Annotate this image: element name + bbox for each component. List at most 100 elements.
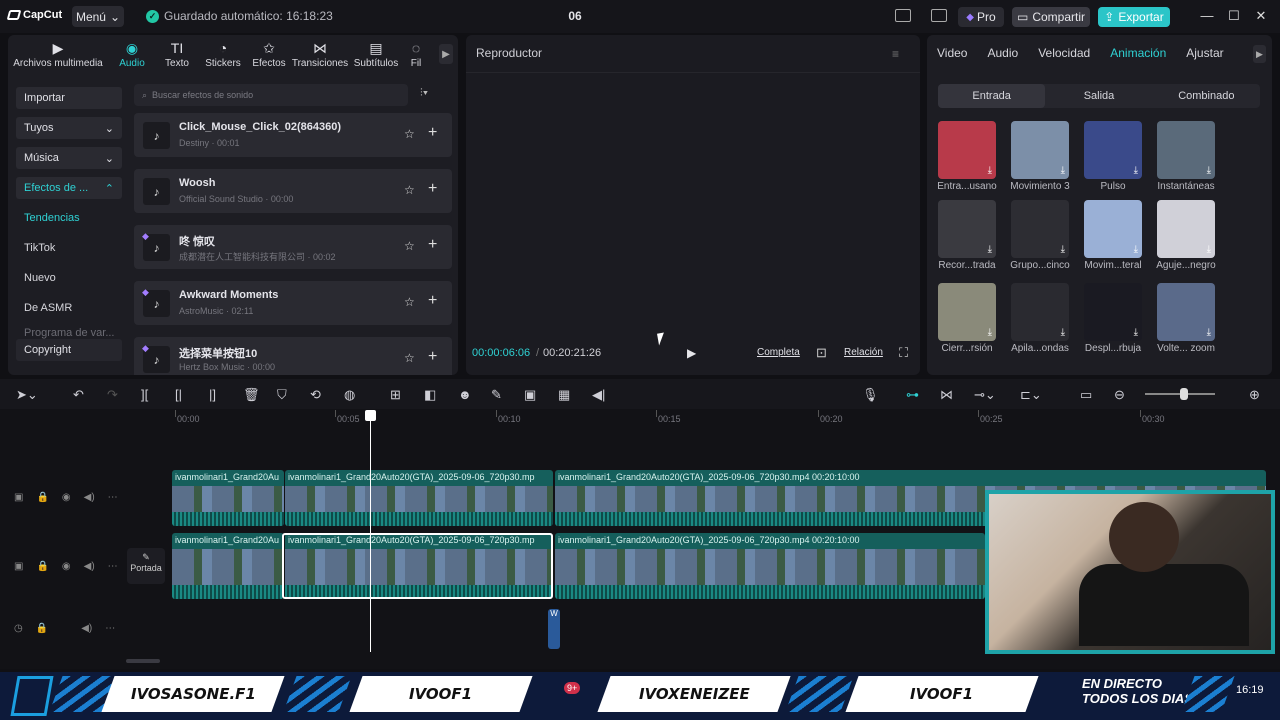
tab-filters[interactable]: ◌ Fil [402, 35, 430, 73]
link-icon[interactable]: ⊸⌄ [974, 387, 996, 403]
tab-audio[interactable]: ◉ Audio [108, 35, 156, 73]
aspect-ratio-button[interactable]: Relación [844, 347, 883, 358]
play-button[interactable]: ▶ [687, 346, 696, 360]
zoom-in-icon[interactable]: ⊕ [1249, 387, 1260, 403]
export-button[interactable]: ⇪ Exportar [1098, 7, 1170, 27]
preview-axis-icon[interactable]: ⊏⌄ [1020, 387, 1042, 403]
tab-video[interactable]: Video [937, 46, 967, 60]
subtab-combinado[interactable]: Combinado [1153, 84, 1260, 108]
microphone-icon[interactable]: 🎙 [862, 387, 879, 403]
sound-item[interactable]: ♪ ◆ 选择菜单按钮10 Hertz Box Music · 00:00 ☆ + [134, 337, 452, 375]
delete-icon[interactable]: 🗑 [243, 387, 260, 403]
share-button[interactable]: ▭ Compartir [1012, 7, 1090, 27]
timeline-scrollbar[interactable] [126, 659, 160, 663]
mirror-icon[interactable]: ◧ [424, 387, 436, 403]
tab-transitions[interactable]: ⋈ Transiciones [290, 35, 350, 73]
nav-tendencias[interactable]: Tendencias [16, 207, 122, 229]
add-sound-button[interactable]: + [428, 348, 437, 366]
full-quality-button[interactable]: Completa [757, 347, 800, 358]
minimize-icon[interactable]: — [1200, 8, 1214, 24]
tab-effects[interactable]: ✩ Efectos [248, 35, 290, 73]
more-icon[interactable]: ⋯ [105, 623, 115, 634]
nav-tuyos[interactable]: Tuyos ⌄ [16, 117, 122, 139]
add-sound-button[interactable]: + [428, 292, 437, 310]
sound-item[interactable]: ♪ Woosh Official Sound Studio · 00:00 ☆ … [134, 169, 452, 213]
favorite-star-icon[interactable]: ☆ [404, 351, 415, 365]
magic-wand-icon[interactable]: ✎ [491, 387, 502, 403]
nav-nuevo[interactable]: Nuevo [16, 267, 122, 289]
zoom-fit-icon[interactable]: ⊡ [816, 345, 827, 361]
speaker-icon[interactable]: ◀) [81, 623, 92, 634]
shield-icon[interactable]: ⛉ [277, 387, 287, 403]
tab-stickers[interactable]: ◔ Stickers [198, 35, 248, 73]
undo-icon[interactable]: ↶ [73, 387, 84, 403]
animation-thumbnail[interactable]: ⤓ [938, 200, 996, 258]
animation-thumbnail[interactable]: ⤓ [1084, 200, 1142, 258]
person-icon[interactable]: ☻ [458, 387, 472, 402]
nav-copyright[interactable]: Copyright [16, 339, 122, 361]
insert-icon[interactable]: ⊞ [390, 387, 401, 403]
nav-tiktok[interactable]: TikTok [16, 237, 122, 259]
favorite-star-icon[interactable]: ☆ [404, 127, 415, 141]
select-tool-icon[interactable]: ➤⌄ [16, 387, 38, 403]
speaker-icon[interactable]: ◀) [84, 492, 95, 503]
sound-item[interactable]: ♪ Click_Mouse_Click_02(864360) Destiny ·… [134, 113, 452, 157]
split-icon[interactable]: ][ [141, 387, 148, 402]
playhead-line[interactable] [370, 412, 371, 652]
keyboard-icon[interactable] [931, 9, 947, 22]
nav-programa[interactable]: Programa de var... [16, 327, 122, 339]
pro-button[interactable]: ◆ Pro [958, 7, 1004, 27]
zoom-out-icon[interactable]: ⊖ [1114, 387, 1125, 403]
lock-icon[interactable]: 🔒 [36, 623, 48, 634]
sound-item[interactable]: ♪ ◆ 咚 惊叹 成都潜在人工智能科技有限公司 · 00:02 ☆ + [134, 225, 452, 269]
nav-importar[interactable]: Importar [16, 87, 122, 109]
lock-icon[interactable]: 🔒 [36, 561, 48, 572]
cover-button[interactable]: ✎ Portada [127, 548, 165, 584]
selected-clip-outline[interactable] [282, 533, 553, 599]
maximize-icon[interactable]: ☐ [1227, 8, 1241, 24]
project-name[interactable]: 06 [560, 9, 590, 23]
more-icon[interactable]: ⋯ [108, 492, 118, 503]
split-left-icon[interactable]: [| [175, 387, 182, 402]
tab-text[interactable]: TI Texto [156, 35, 198, 73]
speaker-icon[interactable]: ◀) [84, 561, 95, 572]
hamburger-menu-icon[interactable]: ≡ [892, 47, 899, 61]
tabs-next-button[interactable]: ▶ [439, 44, 453, 64]
hd-icon[interactable]: ▣ [524, 387, 536, 403]
animation-thumbnail[interactable]: ⤓ [1084, 121, 1142, 179]
favorite-star-icon[interactable]: ☆ [404, 295, 415, 309]
magnet-icon[interactable]: ⋈ [940, 387, 953, 403]
animation-thumbnail[interactable]: ⤓ [1011, 121, 1069, 179]
media-add-icon[interactable]: ▦ [558, 387, 570, 403]
animation-thumbnail[interactable]: ⤓ [938, 283, 996, 341]
animation-thumbnail[interactable]: ⤓ [1157, 283, 1215, 341]
video-clip[interactable]: ivanmolinari1_Grand20Auto20(GTA)_2025-09… [555, 533, 985, 599]
animation-thumbnail[interactable]: ⤓ [1157, 121, 1215, 179]
sound-search-input[interactable]: ⌕ Buscar efectos de sonido [134, 84, 408, 106]
add-sound-button[interactable]: + [428, 180, 437, 198]
favorite-star-icon[interactable]: ☆ [404, 239, 415, 253]
video-clip[interactable]: ivanmolinari1_Grand20Au [172, 470, 284, 526]
layout-icon[interactable] [895, 9, 911, 22]
tabs-next-button[interactable]: ▶ [1253, 45, 1266, 63]
subtab-salida[interactable]: Salida [1045, 84, 1152, 108]
animation-thumbnail[interactable]: ⤓ [1011, 283, 1069, 341]
more-icon[interactable]: ⋯ [108, 561, 118, 572]
fit-icon[interactable]: ▭ [1080, 387, 1092, 403]
video-clip[interactable]: ivanmolinari1_Grand20Auto20(GTA)_2025-09… [285, 470, 553, 526]
fullscreen-icon[interactable]: ⛶ [899, 345, 908, 361]
zoom-slider-knob[interactable] [1180, 388, 1188, 400]
loop-icon[interactable]: ⟲ [310, 387, 321, 403]
favorite-star-icon[interactable]: ☆ [404, 183, 415, 197]
animation-thumbnail[interactable]: ⤓ [1084, 283, 1142, 341]
add-sound-button[interactable]: + [428, 124, 437, 142]
lock-icon[interactable]: 🔒 [36, 492, 48, 503]
nav-asmr[interactable]: De ASMR [16, 297, 122, 319]
video-clip[interactable]: ivanmolinari1_Grand20Au [172, 533, 284, 599]
tab-animation[interactable]: Animación [1110, 46, 1166, 60]
sound-item[interactable]: ♪ ◆ Awkward Moments AstroMusic · 02:11 ☆… [134, 281, 452, 325]
tab-adjust[interactable]: Ajustar [1186, 46, 1223, 60]
eye-icon[interactable]: ◉ [62, 492, 71, 503]
audio-clip[interactable]: W [548, 609, 560, 649]
split-right-icon[interactable]: |] [209, 387, 216, 402]
